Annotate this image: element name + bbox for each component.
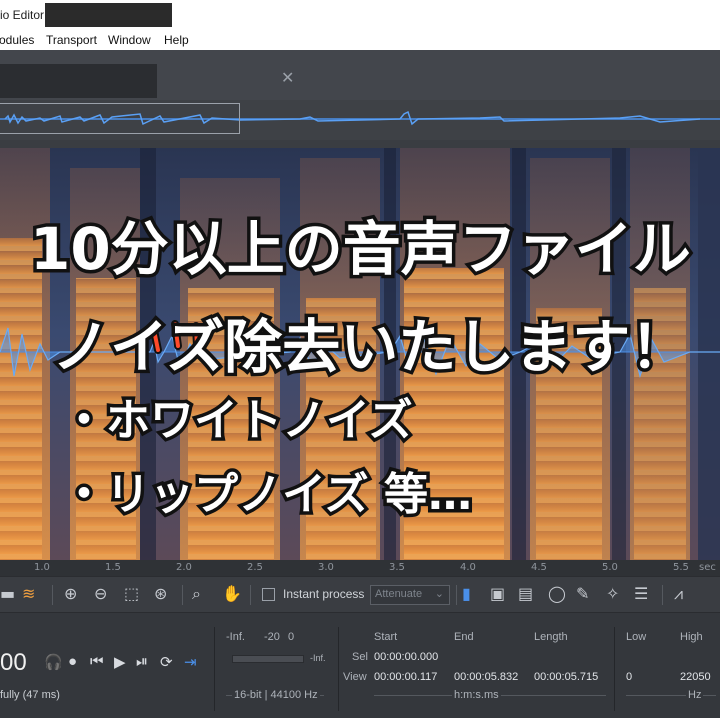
zoom-in-icon[interactable]: ⊕ <box>64 585 77 603</box>
headline-line1: 10分以上の音声ファイル <box>27 212 695 287</box>
ruler-tick: 2.5 <box>247 562 263 573</box>
view-length-value[interactable]: 00:00:05.715 <box>534 671 598 683</box>
meter-scale-0: 0 <box>288 631 295 643</box>
col-start-header: Start <box>374 631 398 643</box>
zoom-selection-icon[interactable]: ⬚ <box>124 585 139 603</box>
audio-format: 16-bit | 44100 Hz <box>232 689 320 701</box>
headline-line2: ノイズ除去いたします！ <box>48 310 691 385</box>
ruler-tick: 3.0 <box>318 562 334 573</box>
separator <box>182 585 183 605</box>
overview-view-frame[interactable] <box>0 103 240 134</box>
file-tab[interactable] <box>0 64 157 98</box>
headphones-icon[interactable]: 🎧 <box>44 653 63 671</box>
ruler-tick: 4.5 <box>531 562 547 573</box>
separator <box>250 585 251 605</box>
envelope-icon[interactable]: ⩘ <box>674 585 683 603</box>
time-units: h:m:s.ms <box>452 689 501 701</box>
process-mode-value: Attenuate <box>375 588 423 600</box>
menu-modules[interactable]: odules <box>0 33 34 47</box>
rect-selection-icon[interactable]: ▣ <box>490 585 505 603</box>
menu-window[interactable]: Window <box>108 33 151 47</box>
process-mode-dropdown[interactable]: Attenuate ⌄ <box>370 585 450 605</box>
view-end-value[interactable]: 00:00:05.832 <box>454 671 518 683</box>
separator <box>338 627 339 711</box>
col-length-header: Length <box>534 631 568 643</box>
dash-icon[interactable]: ▬ <box>0 585 15 603</box>
file-tab-strip: ✕ <box>0 50 720 100</box>
zoom-fit-icon[interactable]: ⊛ <box>154 585 167 603</box>
sel-start-value[interactable]: 00:00:00.000 <box>374 651 438 663</box>
transport-info-panel: 00 🎧 ● ⏮ ▶ ⏯ ⟳ ⇥ fully (47 ms) -Inf. -20… <box>0 612 720 718</box>
ruler-tick: 4.0 <box>460 562 476 573</box>
meter-scale-inf: -Inf. <box>226 631 245 643</box>
follow-playhead-icon[interactable]: ⇥ <box>184 653 197 671</box>
magnify-icon[interactable]: ⌕ <box>192 585 201 603</box>
separator <box>456 585 457 605</box>
instant-process-checkbox[interactable] <box>262 588 275 601</box>
separator <box>614 627 615 711</box>
row-sel-label: Sel <box>352 651 368 663</box>
menu-bar: odules Transport Window Help <box>0 30 720 50</box>
col-end-header: End <box>454 631 474 643</box>
view-start-value[interactable]: 00:00:00.117 <box>374 671 437 683</box>
separator <box>214 627 215 711</box>
freq-high-value[interactable]: 22050 <box>680 671 711 683</box>
view-toolbar: ▬ ≋ ⊕ ⊖ ⬚ ⊛ ⌕ ✋ Instant process Attenuat… <box>0 576 720 612</box>
col-low-header: Low <box>626 631 647 643</box>
ruler-tick: 3.5 <box>389 562 405 573</box>
time-display: 00 <box>0 649 27 676</box>
separator <box>662 585 663 605</box>
ruler-tick: 5.0 <box>602 562 618 573</box>
brush-icon[interactable]: ✎ <box>576 585 589 603</box>
time-ruler[interactable]: 1.0 1.5 2.0 2.5 3.0 3.5 4.0 4.5 5.0 5.5 … <box>0 560 720 576</box>
play-selection-icon[interactable]: ⏯ <box>136 653 148 670</box>
instant-process-label: Instant process <box>283 587 365 601</box>
freq-selection-icon[interactable]: ▤ <box>518 585 533 603</box>
window-title: io Editor <box>0 8 45 22</box>
title-bar: io Editor <box>0 0 720 30</box>
loop-icon[interactable]: ⟳ <box>160 653 173 671</box>
lasso-icon[interactable]: ◯ <box>548 585 566 603</box>
ruler-tick: 5.5 <box>673 562 689 573</box>
meter-scale-20: -20 <box>264 631 280 643</box>
spectrogram-icon[interactable]: ≋ <box>22 585 35 603</box>
meter-readout: -Inf. <box>310 653 326 663</box>
play-icon[interactable]: ▶ <box>114 653 126 671</box>
ruler-unit: sec <box>699 562 716 573</box>
ruler-tick: 1.5 <box>105 562 121 573</box>
harmonic-select-icon[interactable]: ☰ <box>634 585 648 603</box>
bullet-lip-noise: ・リップノイズ 等… <box>59 466 476 524</box>
record-icon[interactable]: ● <box>68 653 77 670</box>
row-view-label: View <box>343 671 367 683</box>
hand-icon[interactable]: ✋ <box>222 585 242 603</box>
ruler-tick: 2.0 <box>176 562 192 573</box>
freq-low-value[interactable]: 0 <box>626 671 632 683</box>
separator <box>52 585 53 605</box>
skip-back-icon[interactable]: ⏮ <box>90 653 104 670</box>
close-tab-icon[interactable]: ✕ <box>281 68 294 87</box>
zoom-out-icon[interactable]: ⊖ <box>94 585 107 603</box>
time-selection-icon[interactable]: ▮ <box>462 585 471 603</box>
menu-help[interactable]: Help <box>164 33 189 47</box>
waveform-overview[interactable] <box>0 100 720 140</box>
freq-units: Hz <box>686 689 704 701</box>
col-high-header: High <box>680 631 703 643</box>
level-meter <box>232 655 304 663</box>
menu-transport[interactable]: Transport <box>46 33 97 47</box>
redacted-filename <box>45 3 172 27</box>
magic-wand-icon[interactable]: ✧ <box>606 585 619 603</box>
chevron-down-icon: ⌄ <box>434 588 444 600</box>
bullet-white-noise: ・ホワイトノイズ <box>59 392 417 450</box>
ruler-tick: 1.0 <box>34 562 50 573</box>
status-text: fully (47 ms) <box>0 689 60 701</box>
